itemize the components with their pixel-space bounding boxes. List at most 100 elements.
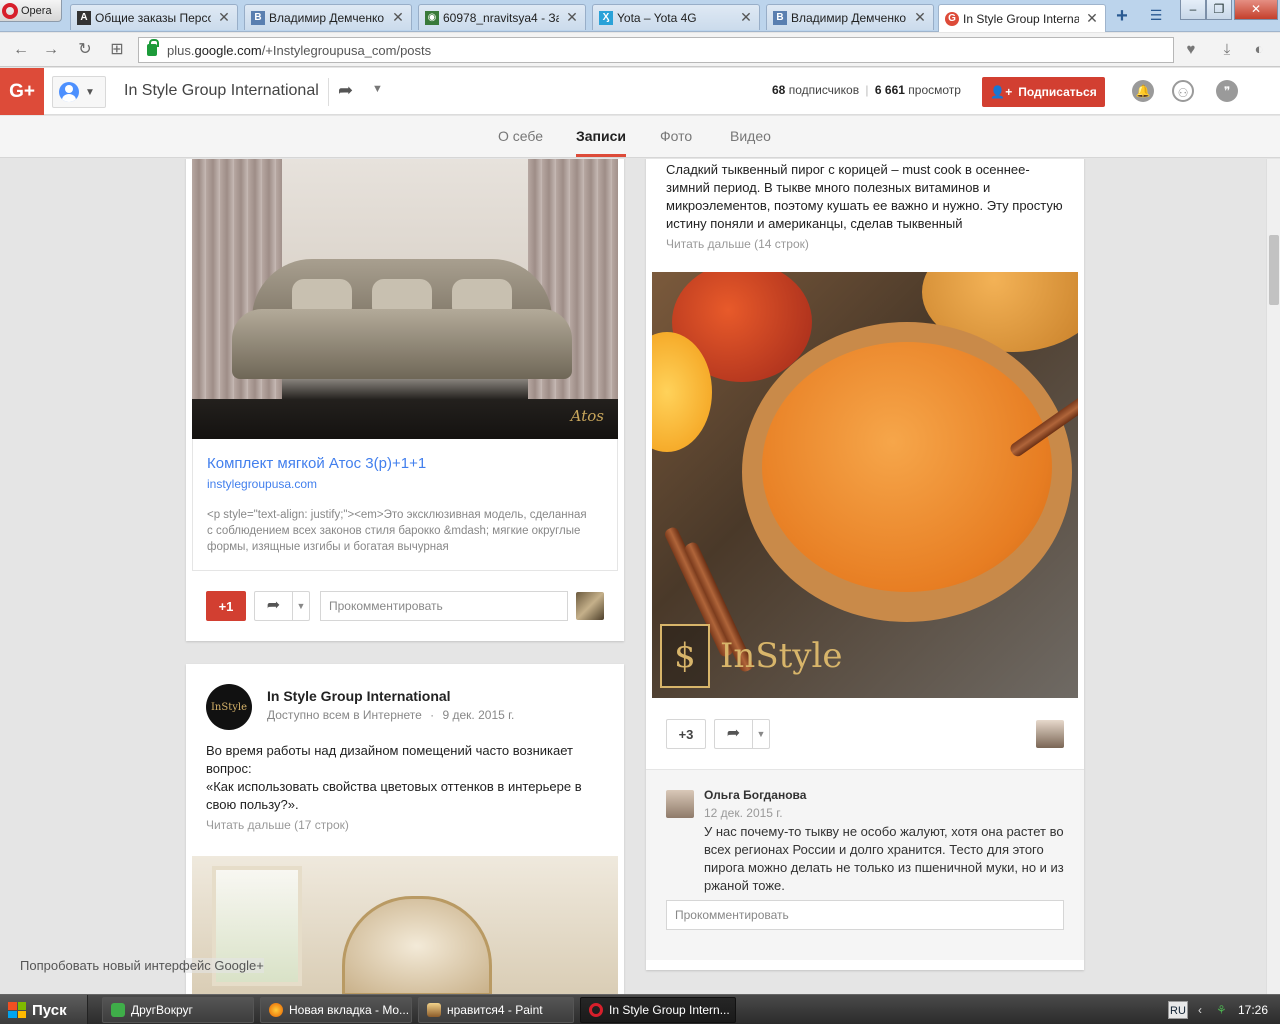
lock-icon (147, 39, 159, 56)
new-tab-icon[interactable]: + (1112, 6, 1132, 27)
share-button[interactable]: ➦ ▼ (254, 591, 310, 621)
forward-icon[interactable]: → (40, 39, 62, 61)
language-indicator[interactable]: RU (1168, 1001, 1188, 1019)
post-card: Сладкий тыквенный пирог с корицей – must… (646, 159, 1084, 970)
minimize-icon[interactable]: – (1180, 0, 1206, 20)
taskbar-item-label: In Style Group Intern... (609, 1003, 730, 1017)
share-icon[interactable]: ➦ (338, 80, 353, 101)
tab-favicon-icon: B (773, 10, 787, 25)
back-icon[interactable]: ← (10, 39, 32, 61)
posts-stream: Atos Комплект мягкой Атос 3(р)+1+1 insty… (0, 159, 1266, 994)
url-prefix: plus. (167, 42, 195, 58)
comment-date[interactable]: 12 дек. 2015 г. (704, 806, 783, 820)
page-scrollbar[interactable] (1266, 159, 1280, 994)
browser-tab[interactable]: Ӽ Yota – Yota 4G ✕ (592, 4, 760, 30)
post-card: InStyle In Style Group International Дос… (186, 664, 624, 994)
plus-one-button[interactable]: +3 (666, 719, 706, 749)
share-chevron-down-icon[interactable]: ▼ (372, 83, 383, 95)
close-window-icon[interactable]: ✕ (1234, 0, 1278, 20)
share-button[interactable]: ➦ ▼ (714, 719, 770, 749)
taskbar-item-active[interactable]: In Style Group Intern... (580, 997, 736, 1023)
instyle-monogram: $ (660, 624, 710, 688)
tab-title: Владимир Демченко (791, 10, 907, 25)
taskbar-item-label: нравится4 - Paint (447, 1003, 543, 1017)
post-date[interactable]: 9 дек. 2015 г. (443, 708, 515, 722)
tab-posts[interactable]: Записи (576, 128, 627, 157)
download-icon[interactable]: ⤓ (1216, 39, 1238, 61)
tab-photos[interactable]: Фото (660, 128, 692, 144)
clock[interactable]: 17:26 (1238, 1003, 1268, 1017)
post-image-sofa[interactable]: Atos (192, 159, 618, 439)
tab-title: In Style Group Internatio (963, 11, 1079, 26)
page-title: In Style Group International (124, 82, 319, 99)
post-image-bedroom[interactable] (192, 856, 618, 994)
link-domain[interactable]: instylegroupusa.com (207, 477, 317, 491)
tab-video[interactable]: Видео (730, 128, 771, 144)
author-avatar[interactable]: InStyle (206, 684, 252, 730)
follow-label: Подписаться (1018, 85, 1097, 99)
author-name[interactable]: In Style Group International (267, 688, 451, 704)
tab-close-icon[interactable]: ✕ (217, 9, 231, 26)
plus-one-button[interactable]: +1 (206, 591, 246, 621)
post-meta: Доступно всем в Интернете · 9 дек. 2015 … (267, 708, 515, 722)
taskbar-item[interactable]: Новая вкладка - Mo... (260, 997, 412, 1023)
divider (328, 78, 329, 106)
chevron-down-icon: ▼ (756, 729, 766, 739)
tray-chevron-left-icon[interactable]: ‹ (1198, 1003, 1202, 1017)
tab-favicon-icon: ◉ (425, 10, 439, 25)
taskbar-item[interactable]: нравится4 - Paint (418, 997, 574, 1023)
tab-close-icon[interactable]: ✕ (913, 9, 927, 26)
taskbar-item[interactable]: ДругВокруг (102, 997, 254, 1023)
gplus-logo[interactable]: G+ (0, 68, 44, 115)
comment-input[interactable]: Прокомментировать (320, 591, 568, 621)
sofa-seat (232, 309, 572, 379)
tab-favicon-icon: G (945, 11, 959, 26)
tab-close-icon[interactable]: ✕ (1085, 10, 1099, 27)
opera-menu-button[interactable]: Opera (0, 0, 62, 22)
network-icon[interactable]: ⚘ (1216, 1003, 1227, 1017)
opera-extension-icon[interactable]: ◐ (1248, 39, 1270, 61)
read-more-link[interactable]: Читать дальше (14 строк) (666, 237, 809, 251)
hangouts-icon[interactable]: ❞ (1216, 80, 1238, 102)
browser-tab[interactable]: B Владимир Демченко ✕ (766, 4, 934, 30)
opera-icon (589, 1003, 603, 1017)
tab-close-icon[interactable]: ✕ (565, 9, 579, 26)
comment-input[interactable]: Прокомментировать (666, 900, 1064, 930)
tab-close-icon[interactable]: ✕ (739, 9, 753, 26)
share-arrow-icon: ➦ (255, 592, 293, 620)
user-avatar-icon (59, 82, 79, 102)
paint-icon (427, 1003, 441, 1017)
follow-button[interactable]: 👤+ Подписаться (982, 77, 1105, 107)
account-switcher-button[interactable]: ▼ (52, 76, 106, 108)
browser-tab[interactable]: B Владимир Демченко ✕ (244, 4, 412, 30)
reload-icon[interactable]: ↻ (74, 39, 96, 61)
link-title[interactable]: Комплект мягкой Атос 3(р)+1+1 (207, 455, 426, 472)
read-more-link[interactable]: Читать дальше (17 строк) (206, 818, 349, 832)
comment-author-avatar[interactable] (666, 790, 694, 818)
address-bar[interactable]: plus. google.com/+Instylegroupusa_com/pos… (138, 37, 1174, 63)
tab-menu-icon[interactable]: ☰ (1146, 7, 1166, 27)
tab-close-icon[interactable]: ✕ (391, 9, 405, 26)
subscribers-count: 68 (772, 83, 786, 97)
instyle-wordmark: InStyle (720, 636, 843, 676)
post-visibility[interactable]: Доступно всем в Интернете (267, 708, 422, 722)
comment-author[interactable]: Ольга Богданова (704, 788, 806, 802)
try-new-interface-link[interactable]: Попробовать новый интерфейс Google+ (20, 958, 264, 973)
maximize-icon[interactable]: ❐ (1206, 0, 1232, 20)
post-image-pumpkin-pie[interactable]: $ InStyle (652, 272, 1078, 698)
browser-tab[interactable]: ◉ 60978_nravitsya4 - Зап ✕ (418, 4, 586, 30)
notifications-bell-icon[interactable]: 🔔 (1132, 80, 1154, 102)
bookmark-heart-icon[interactable]: ♥ (1180, 39, 1202, 61)
tab-title: Yota – Yota 4G (617, 10, 697, 25)
start-button[interactable]: Пуск (0, 995, 88, 1024)
url-path: /+Instylegroupusa_com/posts (261, 42, 432, 58)
link-description: <p style="text-align: justify;"><em>Это … (207, 509, 587, 553)
bed-headboard (342, 896, 492, 994)
pie-filling (762, 342, 1052, 592)
scrollbar-thumb[interactable] (1269, 235, 1279, 305)
share-circles-icon[interactable]: ⚇ (1172, 80, 1194, 102)
speed-dial-icon[interactable]: ⊞ (106, 39, 128, 61)
browser-tab[interactable]: A Общие заказы Персона ✕ (70, 4, 238, 30)
tab-about[interactable]: О себе (498, 128, 543, 144)
browser-tab-active[interactable]: G In Style Group Internatio ✕ (938, 4, 1106, 32)
